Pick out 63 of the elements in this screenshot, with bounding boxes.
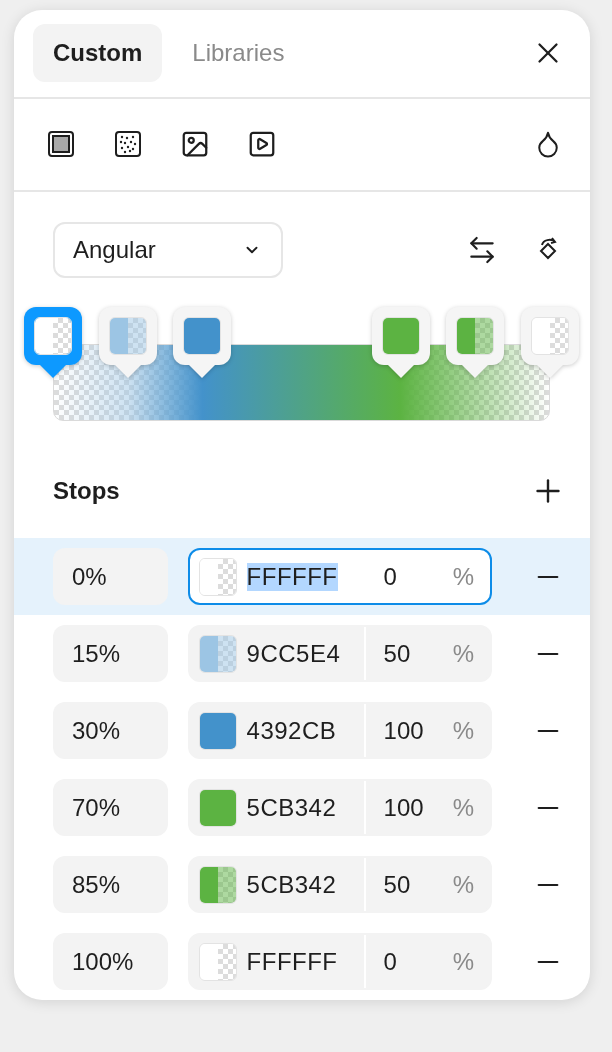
gradient-stop-handle[interactable]: [24, 307, 82, 365]
percent-unit: %: [452, 716, 475, 745]
hex-value: 5CB342: [246, 870, 337, 899]
stop-row[interactable]: 70% 5CB342 100 %: [14, 769, 590, 846]
opacity-value: 100: [383, 793, 424, 822]
color-swatch: [381, 317, 420, 355]
handle-pointer: [189, 365, 216, 378]
opacity-value: 100: [383, 716, 424, 745]
hex-value: 9CC5E4: [246, 639, 341, 668]
handle-pointer: [40, 365, 66, 378]
color-field[interactable]: FFFFFF 0 %: [187, 548, 493, 605]
percent-unit: %: [452, 639, 475, 668]
color-swatch: [34, 317, 72, 355]
color-field[interactable]: 5CB342 100 %: [187, 779, 493, 836]
hex-value: 5CB342: [246, 793, 337, 822]
color-field[interactable]: FFFFFF 0 %: [187, 933, 493, 990]
opacity-value: 50: [383, 639, 411, 668]
color-field[interactable]: 9CC5E4 50 %: [187, 625, 493, 682]
color-swatch: [531, 317, 569, 355]
stop-row[interactable]: 100% FFFFFF 0 %: [14, 923, 590, 1000]
hex-value: FFFFFF: [246, 562, 338, 591]
color-swatch: [198, 711, 237, 750]
color-field[interactable]: 5CB342 50 %: [187, 856, 493, 913]
gradient-stop-handle[interactable]: [173, 307, 232, 365]
color-swatch: [198, 788, 237, 827]
percent-unit: %: [452, 793, 475, 822]
position-field[interactable]: 85%: [53, 856, 168, 913]
color-swatch: [108, 317, 147, 355]
hex-value: FFFFFF: [246, 947, 338, 976]
opacity-value: 50: [383, 870, 411, 899]
tab[interactable]: Custom: [33, 24, 163, 83]
position-field[interactable]: 0%: [53, 548, 168, 605]
stops-heading: Stops: [53, 477, 120, 505]
hex-value: 4392CB: [246, 716, 337, 745]
handle-pointer: [114, 365, 141, 378]
stop-row[interactable]: 30% 4392CB 100 %: [14, 692, 590, 769]
stop-row[interactable]: 15% 9CC5E4 50 %: [14, 615, 590, 692]
color-swatch: [198, 557, 237, 596]
percent-unit: %: [452, 870, 475, 899]
position-field[interactable]: 100%: [53, 933, 168, 990]
color-swatch: [183, 317, 222, 355]
gradient-type-dropdown[interactable]: Angular: [53, 222, 283, 278]
color-swatch: [456, 317, 495, 355]
handle-pointer: [537, 365, 563, 378]
gradient-stop-handle[interactable]: [446, 307, 505, 365]
position-field[interactable]: 30%: [53, 702, 168, 759]
handle-pointer: [462, 365, 489, 378]
stop-row[interactable]: 85% 5CB342 50 %: [14, 846, 590, 923]
percent-unit: %: [452, 562, 475, 591]
gradient-stop-handle[interactable]: [521, 307, 579, 365]
color-swatch: [198, 634, 237, 673]
color-swatch: [198, 942, 237, 981]
gradient-stop-handle[interactable]: [371, 307, 430, 365]
color-swatch: [198, 865, 237, 904]
position-field[interactable]: 70%: [53, 779, 168, 836]
opacity-value: 0: [383, 562, 397, 591]
handle-pointer: [387, 365, 414, 378]
percent-unit: %: [452, 947, 475, 976]
stop-row[interactable]: 0% FFFFFF 0 %: [14, 538, 590, 615]
gradient-stop-handle[interactable]: [98, 307, 157, 365]
opacity-value: 0: [383, 947, 397, 976]
position-field[interactable]: 15%: [53, 625, 168, 682]
color-field[interactable]: 4392CB 100 %: [187, 702, 493, 759]
